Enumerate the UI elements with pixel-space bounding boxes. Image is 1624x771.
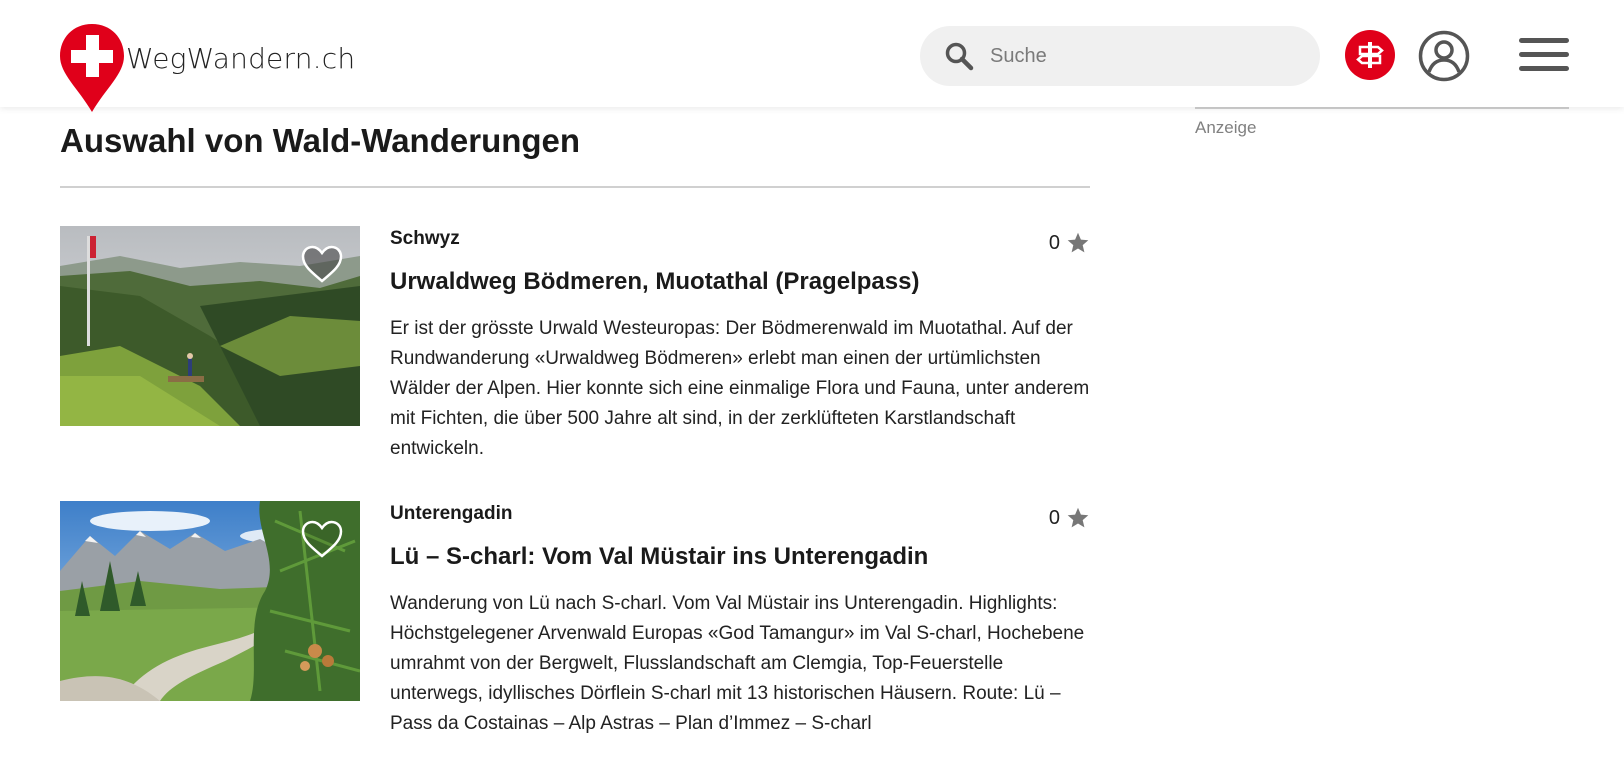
menu-bar xyxy=(1519,66,1569,71)
user-account-button[interactable] xyxy=(1418,30,1470,82)
rating-value: 0 xyxy=(1048,506,1060,529)
sidebar-divider xyxy=(1195,107,1569,109)
search-bar[interactable] xyxy=(920,26,1320,86)
hike-description: Wanderung von Lü nach S-charl. Vom Val M… xyxy=(390,593,1085,734)
hike-content: Schwyz 0 Urwaldweg Bödmeren, Muotathal (… xyxy=(390,226,1090,464)
user-icon xyxy=(1418,30,1470,82)
hike-region: Schwyz xyxy=(390,228,460,249)
page-title: Auswahl von Wald-Wanderungen xyxy=(60,122,581,159)
site-header: WegWandern.ch xyxy=(0,0,1624,112)
hike-region: Unterengadin xyxy=(390,503,513,524)
favorite-heart-icon[interactable] xyxy=(300,244,344,284)
search-input[interactable] xyxy=(990,44,1290,68)
ad-label: Anzeige xyxy=(1195,118,1257,137)
hike-image[interactable] xyxy=(60,501,360,701)
hike-content: Unterengadin 0 Lü – S-charl: Vom Val Müs… xyxy=(390,501,1090,739)
menu-bar xyxy=(1519,52,1569,57)
hike-title[interactable]: Urwaldweg Bödmeren, Muotathal (Pragelpas… xyxy=(390,268,1090,296)
signpost-icon xyxy=(1356,42,1384,68)
signpost-button[interactable] xyxy=(1345,30,1395,80)
star-icon xyxy=(1067,232,1089,253)
hike-rating[interactable]: 0 xyxy=(1049,231,1090,255)
hamburger-menu-icon[interactable] xyxy=(1519,38,1569,74)
star-icon xyxy=(1067,507,1089,528)
hike-title[interactable]: Lü – S-charl: Vom Val Müstair ins Untere… xyxy=(390,543,1090,571)
hike-description: Er ist der grösste Urwald Westeuropas: D… xyxy=(390,318,1090,459)
title-divider xyxy=(60,186,1090,188)
hike-image[interactable] xyxy=(60,226,360,426)
logo-text: WegWandern.ch xyxy=(126,42,356,75)
swiss-pin-logo-icon xyxy=(58,22,126,114)
menu-bar xyxy=(1519,38,1569,43)
rating-value: 0 xyxy=(1048,231,1060,254)
favorite-heart-icon[interactable] xyxy=(300,519,344,559)
site-logo[interactable]: WegWandern.ch xyxy=(58,22,355,114)
search-icon[interactable] xyxy=(944,41,974,71)
hike-rating[interactable]: 0 xyxy=(1049,506,1090,530)
